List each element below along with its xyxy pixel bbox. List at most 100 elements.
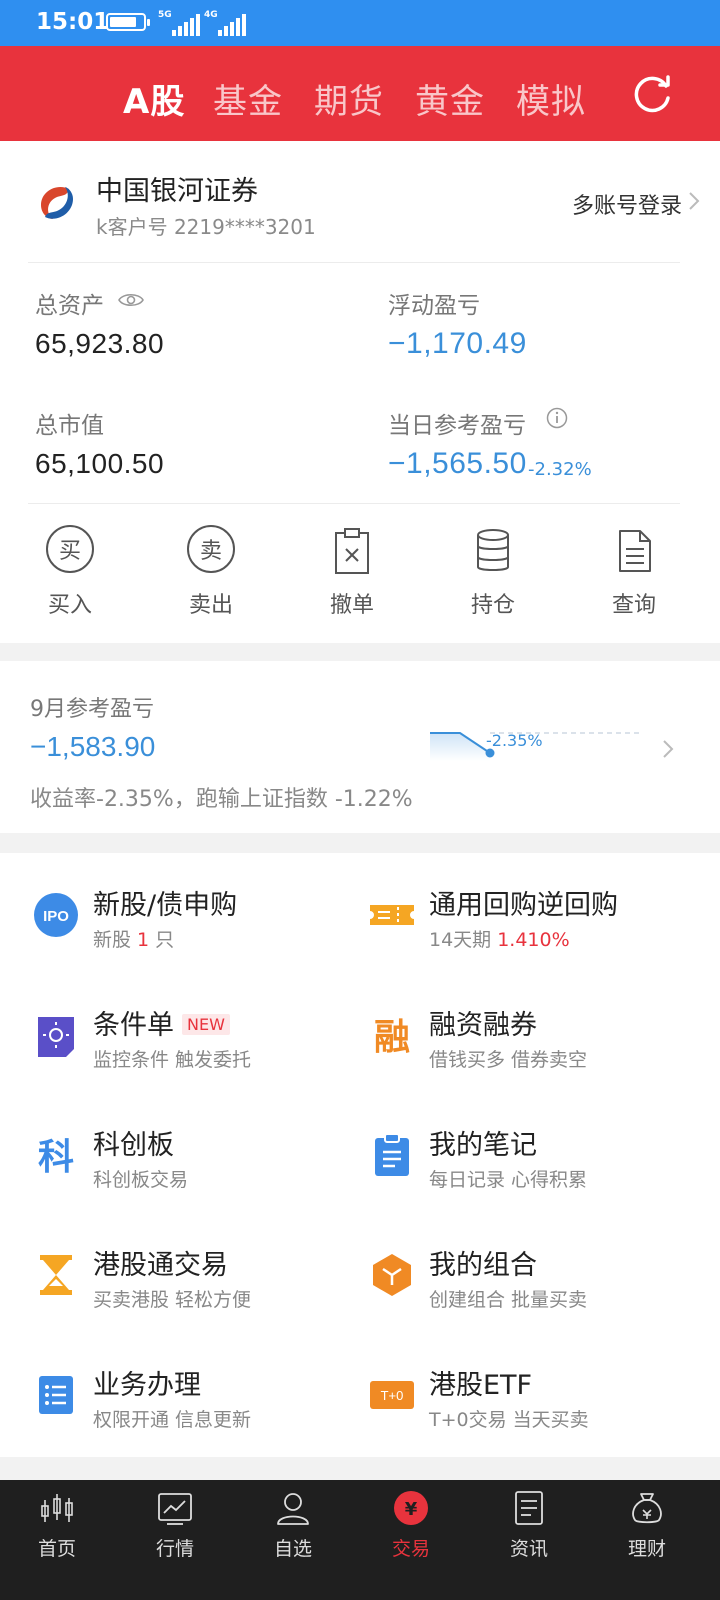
monthly-pl-description: 收益率-2.35%，跑输上证指数 -1.22% <box>30 787 413 812</box>
service-subtitle: 监控条件 触发委托 <box>93 1049 252 1071</box>
database-icon <box>477 529 509 571</box>
tab-watchlist[interactable]: 自选 <box>248 1490 338 1561</box>
divider <box>28 503 680 504</box>
eye-icon[interactable] <box>118 291 144 309</box>
money-bag-icon <box>632 1493 662 1524</box>
document-icon <box>619 530 651 572</box>
tab-wealth[interactable]: 理财 <box>602 1490 692 1561</box>
service-title: 我的组合 <box>429 1250 537 1281</box>
account-id: k客户号 2219****3201 <box>96 215 316 239</box>
service-title: 我的笔记 <box>429 1130 537 1161</box>
account-card: 中国银河证券 k客户号 2219****3201 多账号登录 总资产 65,92… <box>0 141 720 643</box>
document-icon <box>515 1491 543 1525</box>
sparkline-label: -2.35% <box>486 731 543 750</box>
chevron-right-icon[interactable] <box>662 739 674 759</box>
refresh-icon[interactable] <box>630 72 674 116</box>
broker-logo-icon <box>41 186 73 219</box>
star-market-item[interactable]: 科 科创板 科创板交易 <box>34 1121 354 1221</box>
service-title: 科创板 <box>93 1130 174 1161</box>
bottom-tab-bar: 首页 行情 自选 ¥ 交易 资讯 理财 <box>0 1480 720 1600</box>
margin-icon: 融 <box>374 1017 410 1057</box>
sell-glyph: 卖 <box>187 525 235 573</box>
tab-futures[interactable]: 期货 <box>314 74 384 123</box>
ticket-icon <box>370 905 414 925</box>
service-title: 业务办理 <box>93 1370 201 1401</box>
service-title: 通用回购逆回购 <box>429 890 618 921</box>
sell-label: 卖出 <box>188 593 233 618</box>
portfolio-icon <box>373 1254 411 1296</box>
multi-account-login-link[interactable]: 多账号登录 <box>572 188 682 220</box>
tab-a-shares[interactable]: A股 <box>123 74 185 123</box>
repo-item[interactable]: 通用回购逆回购 14天期 1.410% <box>370 881 690 981</box>
monthly-pl-card[interactable]: 9月参考盈亏 −1,583.90 收益率-2.35%，跑输上证指数 -1.22%… <box>0 661 720 833</box>
service-title: 新股/债申购 <box>93 890 238 921</box>
market-value-value: 65,100.50 <box>35 448 165 479</box>
network-label-4g: 4G <box>204 10 218 20</box>
service-subtitle: 14天期 1.410% <box>429 929 570 951</box>
condition-order-icon <box>38 1017 74 1057</box>
floating-pl-value: −1,170.49 <box>388 327 527 360</box>
sell-icon: 卖 <box>185 525 237 577</box>
hk-connect-item[interactable]: 港股通交易 买卖港股 轻松方便 <box>34 1241 354 1341</box>
positions-label: 持仓 <box>470 593 515 618</box>
market-value-label: 总市值 <box>35 413 104 439</box>
tab-trade[interactable]: ¥ 交易 <box>366 1490 456 1561</box>
tab-gold[interactable]: 黄金 <box>415 74 485 123</box>
sell-button[interactable]: 卖 卖出 <box>161 525 261 619</box>
tab-label: 资讯 <box>509 1538 548 1560</box>
tab-market[interactable]: 行情 <box>130 1490 220 1561</box>
query-label: 查询 <box>611 593 656 618</box>
hourglass-icon <box>40 1255 72 1295</box>
cancel-order-button[interactable]: 撤单 <box>302 525 402 619</box>
total-assets-value: 65,923.80 <box>35 328 165 359</box>
t0-icon: T+0 <box>370 1381 414 1409</box>
user-icon <box>277 1493 309 1525</box>
service-subtitle: T+0交易 当天买卖 <box>429 1409 589 1431</box>
positions-button[interactable]: 持仓 <box>443 525 543 619</box>
chevron-right-icon[interactable] <box>688 191 700 211</box>
margin-trading-item[interactable]: 融 融资融券 借钱买多 借券卖空 <box>370 1001 690 1101</box>
tab-label: 理财 <box>627 1538 666 1560</box>
my-portfolio-item[interactable]: 我的组合 创建组合 批量买卖 <box>370 1241 690 1341</box>
condition-order-item[interactable]: 条件单 NEW 监控条件 触发委托 <box>34 1001 354 1101</box>
service-subtitle: 买卖港股 轻松方便 <box>93 1289 252 1311</box>
network-label-5g: 5G <box>158 10 172 20</box>
daily-pl-label: 当日参考盈亏 <box>388 413 526 439</box>
service-subtitle: 每日记录 心得积累 <box>429 1169 588 1191</box>
ipo-icon-text: IPO <box>43 908 69 925</box>
tab-label: 首页 <box>37 1538 76 1560</box>
service-subtitle: 权限开通 信息更新 <box>93 1409 252 1431</box>
query-button[interactable]: 查询 <box>584 525 684 619</box>
tab-simulation[interactable]: 模拟 <box>516 74 586 123</box>
list-icon <box>39 1376 73 1414</box>
ipo-subscription-item[interactable]: IPO 新股/债申购 新股 1 只 <box>34 881 354 981</box>
buy-icon: 买 <box>44 525 96 577</box>
buy-label: 买入 <box>47 593 92 618</box>
service-subtitle: 新股 1 只 <box>93 929 175 951</box>
buy-glyph: 买 <box>46 525 94 573</box>
tab-funds[interactable]: 基金 <box>213 74 283 123</box>
daily-pl-value: −1,565.50 <box>388 447 527 480</box>
notes-icon <box>375 1133 409 1176</box>
service-title: 融资融券 <box>429 1010 537 1041</box>
hk-etf-item[interactable]: T+0 港股ETF T+0交易 当天买卖 <box>370 1361 690 1461</box>
my-notes-item[interactable]: 我的笔记 每日记录 心得积累 <box>370 1121 690 1221</box>
info-icon[interactable] <box>546 407 568 429</box>
tab-home[interactable]: 首页 <box>12 1490 102 1561</box>
tab-label: 交易 <box>391 1538 430 1560</box>
service-title: 港股通交易 <box>93 1250 228 1281</box>
services-grid: IPO 新股/债申购 新股 1 只 通用回购逆回购 14天期 1.410% 条件… <box>0 853 720 1457</box>
candlestick-icon <box>41 1494 73 1522</box>
ipo-icon: IPO <box>34 893 78 937</box>
business-handling-item[interactable]: 业务办理 权限开通 信息更新 <box>34 1361 354 1461</box>
total-assets-label: 总资产 <box>35 293 104 319</box>
service-title: 条件单 NEW <box>93 1003 230 1042</box>
daily-pl-percent: -2.32% <box>528 459 592 480</box>
tab-news[interactable]: 资讯 <box>484 1490 574 1561</box>
chart-icon <box>158 1493 192 1525</box>
service-title: 港股ETF <box>429 1370 533 1401</box>
star-market-icon: 科 <box>38 1137 74 1177</box>
service-subtitle: 借钱买多 借券卖空 <box>429 1049 588 1071</box>
buy-button[interactable]: 买 买入 <box>20 525 120 619</box>
service-subtitle: 创建组合 批量买卖 <box>429 1289 588 1311</box>
